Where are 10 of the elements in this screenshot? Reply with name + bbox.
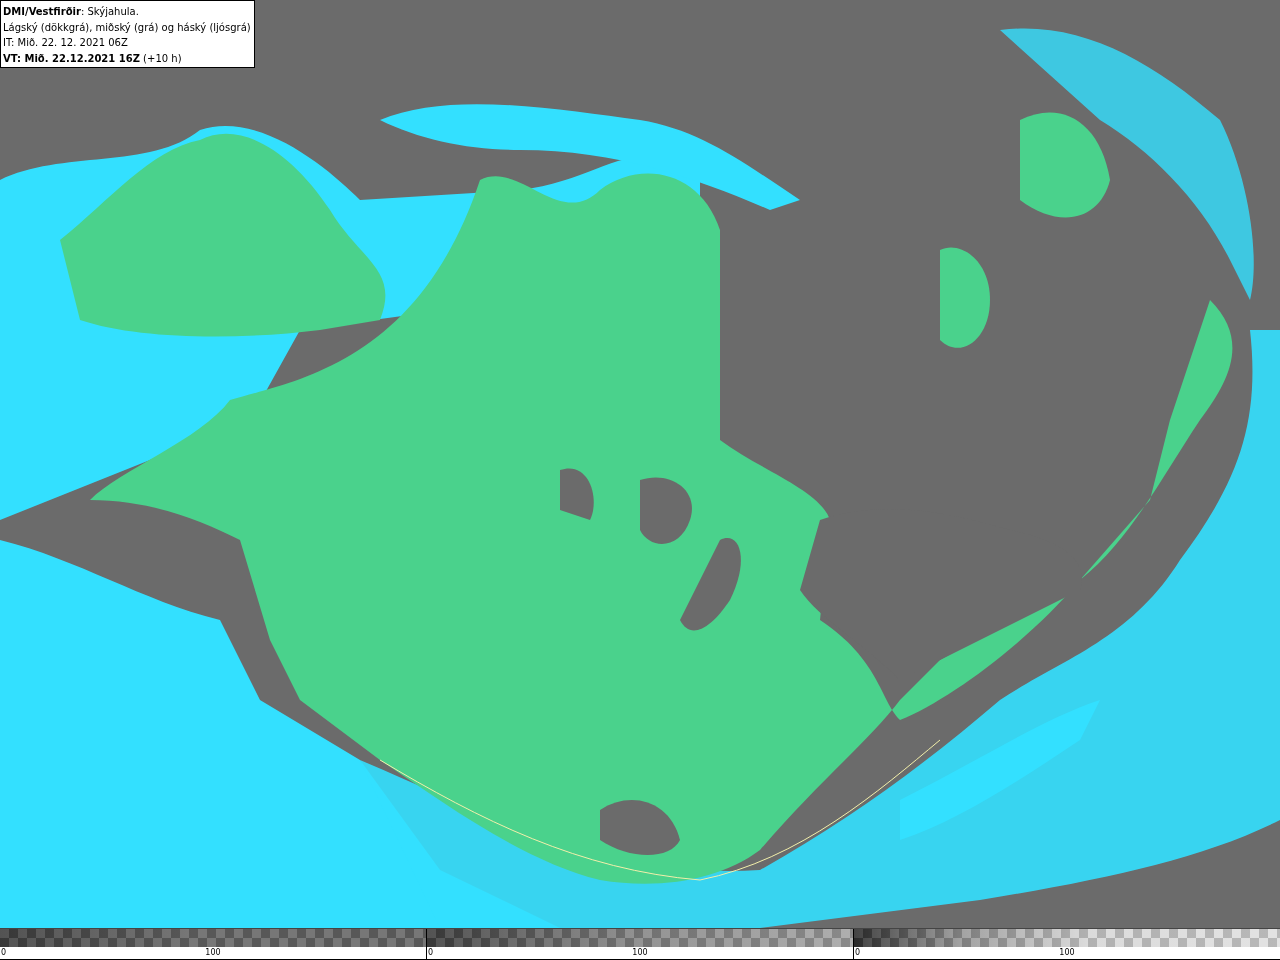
scale-label: 100 [1059,948,1075,958]
scale-label: 100 [632,948,648,958]
scale-label: 0 [855,948,861,958]
info-text: IT: Mið. 22. 12. 2021 06Z [3,36,129,50]
info-text: VT: Mið. 22.12.2021 16Z (+10 h) [3,51,183,66]
scale-label: 100 [205,948,221,958]
scale-label: 0 [428,948,434,958]
info-text: DMI/Vestfirðir: Skýjahula. [3,5,140,19]
info-text: Lágský (dökkgrá), miðský (grá) og háský (ljósgrá) [3,20,251,35]
scale-label: 0 [1,948,7,958]
